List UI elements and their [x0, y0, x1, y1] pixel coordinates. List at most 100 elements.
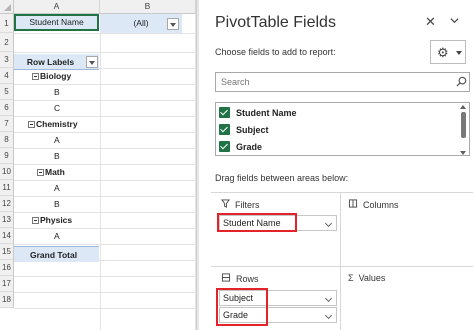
row-header-13[interactable]: 13: [0, 212, 14, 228]
rows-area-header: Rows: [221, 273, 259, 284]
divider: [211, 266, 473, 267]
scroll-thumb[interactable]: [461, 112, 466, 138]
values-area-header: Σ Values: [348, 273, 385, 283]
settings-button[interactable]: ⚙: [430, 40, 466, 64]
group-label: Biology: [40, 71, 72, 81]
item-cell[interactable]: C: [54, 100, 60, 116]
row-header-6[interactable]: 6: [0, 100, 14, 116]
chevron-down-icon[interactable]: [324, 219, 333, 228]
rows-area-label: Rows: [236, 274, 259, 284]
gridline: [14, 52, 196, 53]
item-cell[interactable]: B: [54, 196, 60, 212]
divider: [211, 192, 473, 193]
drag-fields-label: Drag fields between areas below:: [215, 173, 349, 183]
search-input[interactable]: [215, 72, 470, 92]
gridline: [14, 33, 196, 34]
columns-area-header: Columns: [348, 199, 399, 210]
spreadsheet: A B 1 2 3 4 5 6 7 8 9 10 11 12 13 14 15 …: [0, 0, 196, 330]
rows-icon: [221, 273, 231, 282]
gridline: [14, 276, 196, 277]
field-list-scrollbar[interactable]: [460, 105, 467, 155]
row-header-3[interactable]: 3: [0, 52, 14, 68]
row-header-9[interactable]: 9: [0, 148, 14, 164]
scroll-down-arrow[interactable]: [460, 151, 466, 155]
row-header-18[interactable]: 18: [0, 292, 14, 308]
group-row-biology[interactable]: Biology: [32, 68, 71, 84]
gridline: [14, 148, 196, 149]
gridline: [100, 14, 101, 330]
item-cell[interactable]: B: [54, 148, 60, 164]
gridline: [14, 84, 196, 85]
row-header-12[interactable]: 12: [0, 196, 14, 212]
minus-box-icon[interactable]: [37, 169, 44, 176]
chevron-down-icon[interactable]: [324, 311, 333, 320]
group-label: Math: [45, 167, 65, 177]
group-row-chemistry[interactable]: Chemistry: [28, 116, 78, 132]
row-header-1[interactable]: 1: [0, 14, 14, 33]
row-header-8[interactable]: 8: [0, 132, 14, 148]
row-header-7[interactable]: 7: [0, 116, 14, 132]
checkbox-checked[interactable]: [219, 107, 230, 118]
row-header-2[interactable]: 2: [0, 33, 14, 52]
group-label: Physics: [40, 215, 73, 225]
pane-title: PivotTable Fields: [215, 14, 336, 31]
columns-area-label: Columns: [363, 200, 399, 210]
minus-box-icon[interactable]: [28, 121, 35, 128]
minus-box-icon[interactable]: [32, 73, 39, 80]
select-all-corner[interactable]: [0, 0, 14, 14]
field-list: Student Name Subject Grade: [215, 102, 470, 156]
gear-icon: ⚙: [437, 45, 449, 60]
row-header-14[interactable]: 14: [0, 228, 14, 244]
grand-total-cell[interactable]: Grand Total: [14, 246, 99, 262]
gridline: [14, 292, 196, 293]
column-header-b[interactable]: B: [100, 0, 196, 14]
scroll-up-arrow[interactable]: [460, 105, 466, 109]
choose-fields-label: Choose fields to add to report:: [215, 47, 336, 57]
gridline: [14, 196, 196, 197]
group-row-math[interactable]: Math: [37, 164, 65, 180]
gridline: [14, 180, 196, 181]
item-cell[interactable]: A: [54, 228, 60, 244]
column-header-a[interactable]: A: [14, 0, 100, 14]
gridline: [14, 132, 196, 133]
chevron-down-icon: [456, 51, 462, 55]
checkbox-checked[interactable]: [219, 141, 230, 152]
filters-area-label: Filters: [235, 200, 260, 210]
row-header-11[interactable]: 11: [0, 180, 14, 196]
columns-icon: [348, 199, 358, 208]
row-header-17[interactable]: 17: [0, 276, 14, 292]
chevron-down-icon[interactable]: [450, 16, 459, 25]
divider: [340, 192, 341, 266]
search-icon: [456, 76, 467, 87]
group-row-physics[interactable]: Physics: [32, 212, 72, 228]
checkbox-checked[interactable]: [219, 124, 230, 135]
highlight-box: [217, 213, 297, 232]
sigma-icon: Σ: [348, 273, 354, 283]
row-labels-filter-button[interactable]: [86, 56, 98, 68]
row-header-16[interactable]: 16: [0, 260, 14, 276]
gridline: [14, 308, 196, 309]
filter-field-cell[interactable]: Student Name: [14, 14, 99, 31]
item-cell[interactable]: A: [54, 180, 60, 196]
row-header-5[interactable]: 5: [0, 84, 14, 100]
highlight-box: [216, 288, 268, 326]
filters-area-header: Filters: [221, 199, 260, 210]
filter-icon: [221, 199, 230, 208]
field-label: Grade: [236, 142, 263, 152]
minus-box-icon[interactable]: [32, 217, 39, 224]
pivottable-fields-pane: PivotTable Fields ✕ Choose fields to add…: [199, 0, 474, 330]
gridline: [14, 244, 196, 245]
chevron-down-icon[interactable]: [324, 294, 333, 303]
row-header-15[interactable]: 15: [0, 244, 14, 260]
group-label: Chemistry: [36, 119, 78, 129]
row-header-10[interactable]: 10: [0, 164, 14, 180]
values-area-label: Values: [358, 273, 386, 283]
filter-dropdown-button[interactable]: [167, 18, 179, 30]
gridline: [14, 228, 196, 229]
row-header-4[interactable]: 4: [0, 68, 14, 84]
close-icon[interactable]: ✕: [425, 14, 436, 30]
item-cell[interactable]: A: [54, 132, 60, 148]
gridline: [14, 100, 196, 101]
item-cell[interactable]: B: [54, 84, 60, 100]
divider: [340, 266, 341, 330]
